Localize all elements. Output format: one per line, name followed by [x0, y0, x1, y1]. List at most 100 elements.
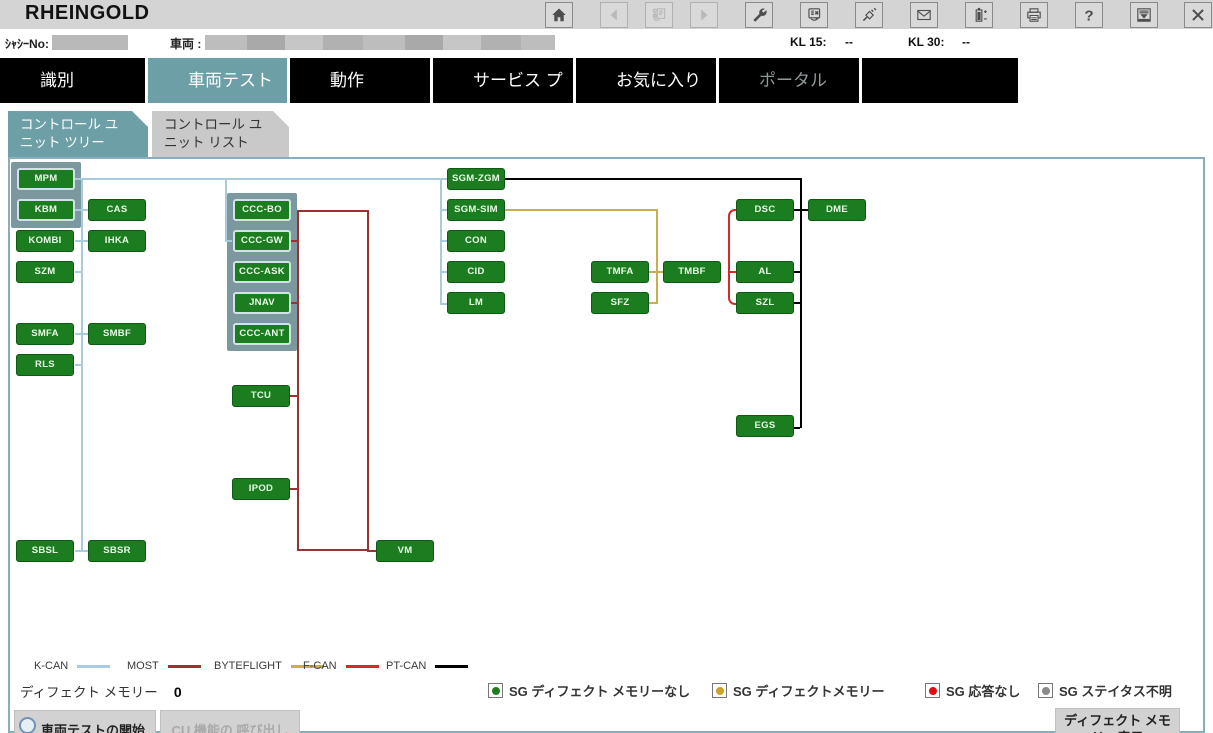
- tab-動作[interactable]: 動作: [290, 58, 430, 103]
- pt-can-bus-line: [793, 271, 800, 273]
- battery-button[interactable]: [965, 2, 993, 28]
- node-rls[interactable]: RLS: [16, 354, 74, 376]
- bus-legend-label: BYTEFLIGHT: [214, 660, 282, 672]
- back-button[interactable]: [600, 2, 628, 28]
- status-dot-icon: [1038, 683, 1053, 698]
- status-legend-label: SG ステイタス不明: [1059, 684, 1172, 699]
- node-mpm[interactable]: MPM: [17, 168, 75, 190]
- node-kbm[interactable]: KBM: [17, 199, 75, 221]
- node-ccc-ant[interactable]: CCC-ANT: [233, 323, 291, 345]
- node-sgm-sim[interactable]: SGM-SIM: [447, 199, 505, 221]
- pt-can-bus-line: [793, 209, 808, 211]
- node-dme[interactable]: DME: [808, 199, 866, 221]
- defect-memory-label: ディフェクト メモリー: [20, 685, 158, 700]
- minimize-display-button[interactable]: [1130, 2, 1158, 28]
- status-legend-item-2: SG ディフェクトメモリー: [712, 681, 885, 700]
- vehicle-label: 車両 :: [170, 37, 202, 51]
- kl30-value: --: [962, 35, 970, 49]
- kl15-label: KL 15:: [790, 35, 827, 49]
- forward-button[interactable]: [690, 2, 718, 28]
- node-cid[interactable]: CID: [447, 261, 505, 283]
- byteflight-bus-line: [505, 209, 658, 211]
- kl30-label: KL 30:: [908, 35, 945, 49]
- pt-can-bus-line: [793, 302, 800, 304]
- node-ccc-gw[interactable]: CCC-GW: [233, 230, 291, 252]
- close-icon: [1192, 9, 1204, 21]
- k-can-bus-line: [75, 178, 447, 180]
- subtab-control-unit-list[interactable]: コントロール ユニット リスト: [152, 111, 289, 158]
- node-vm[interactable]: VM: [376, 540, 434, 562]
- node-szl[interactable]: SZL: [736, 292, 794, 314]
- node-sgm-zgm[interactable]: SGM-ZGM: [447, 168, 505, 190]
- node-cas[interactable]: CAS: [88, 199, 146, 221]
- node-con[interactable]: CON: [447, 230, 505, 252]
- home-icon: [552, 8, 566, 22]
- node-szm[interactable]: SZM: [16, 261, 74, 283]
- title-bar: RHEINGOLD ?: [0, 0, 1213, 30]
- node-smbf[interactable]: SMBF: [88, 323, 146, 345]
- node-al[interactable]: AL: [736, 261, 794, 283]
- chassis-no-label: ｼｬｼｰNo:: [5, 37, 49, 51]
- display-restart-icon: [808, 8, 821, 21]
- k-can-bus-line: [75, 364, 83, 366]
- node-sbsl[interactable]: SBSL: [16, 540, 74, 562]
- tab-お気に入り[interactable]: お気に入り: [576, 58, 716, 103]
- node-lm[interactable]: LM: [447, 292, 505, 314]
- k-can-bus-line: [75, 333, 88, 335]
- byteflight-bus-line: [649, 302, 656, 304]
- node-ipod[interactable]: IPOD: [232, 478, 290, 500]
- status-legend-label: SG 応答なし: [946, 684, 1021, 699]
- printer-icon: [1027, 8, 1041, 22]
- status-dot-icon: [488, 683, 503, 698]
- node-jnav[interactable]: JNAV: [233, 292, 291, 314]
- wrench-button[interactable]: [745, 2, 773, 28]
- pt-can-bus-line: [793, 427, 800, 429]
- chassis-no-value-redacted: [52, 35, 128, 50]
- tab-識別[interactable]: 識別: [0, 58, 145, 103]
- operations-list-button[interactable]: [645, 2, 673, 28]
- tab-車両テスト[interactable]: 車両テスト: [148, 58, 287, 103]
- node-egs[interactable]: EGS: [736, 415, 794, 437]
- most-bus-line: [290, 240, 297, 242]
- operations-list-icon: [652, 8, 666, 21]
- most-bus-line: [290, 488, 297, 490]
- k-can-bus-line: [440, 303, 447, 305]
- node-sfz[interactable]: SFZ: [591, 292, 649, 314]
- status-dot-icon: [925, 683, 940, 698]
- home-button[interactable]: [545, 2, 573, 28]
- most-bus-line: [290, 395, 297, 397]
- node-tcu[interactable]: TCU: [232, 385, 290, 407]
- f-can-bus-branch: [728, 209, 736, 305]
- tab-empty[interactable]: [862, 58, 1018, 103]
- mail-icon: [917, 9, 931, 21]
- status-dot: [491, 686, 500, 695]
- node-ihka[interactable]: IHKA: [88, 230, 146, 252]
- status-dot: [715, 686, 724, 695]
- node-tmbf[interactable]: TMBF: [663, 261, 721, 283]
- tab-サービス プラン[interactable]: サービス プラン: [433, 58, 573, 135]
- printer-button[interactable]: [1020, 2, 1048, 28]
- connector-button[interactable]: [855, 2, 883, 28]
- node-smfa[interactable]: SMFA: [16, 323, 74, 345]
- node-ccc-bo[interactable]: CCC-BO: [233, 199, 291, 221]
- node-kombi[interactable]: KOMBI: [16, 230, 74, 252]
- bus-legend-swatch: [435, 664, 469, 668]
- display-restart-button[interactable]: [800, 2, 828, 28]
- k-can-bus-line: [75, 240, 88, 242]
- help-button[interactable]: ?: [1075, 2, 1103, 28]
- rheingold-window: RHEINGOLD ? ｼｬｼｰNo: 車両 : KL 15: -- KL 30…: [0, 0, 1213, 733]
- status-legend-item-4: SG ステイタス不明: [1038, 681, 1172, 700]
- defect-memory-display-button[interactable]: ディフェクト メモ リー表示: [1055, 708, 1180, 733]
- connector-icon: [862, 7, 877, 22]
- node-tmfa[interactable]: TMFA: [591, 261, 649, 283]
- app-title: RHEINGOLD: [25, 2, 150, 24]
- node-dsc[interactable]: DSC: [736, 199, 794, 221]
- close-button[interactable]: [1184, 2, 1212, 28]
- node-sbsr[interactable]: SBSR: [88, 540, 146, 562]
- tab-ポータル[interactable]: ポータル: [719, 58, 859, 103]
- mail-button[interactable]: [910, 2, 938, 28]
- subtab-control-unit-tree[interactable]: コントロール ユニット ツリー: [8, 111, 148, 158]
- node-ccc-ask[interactable]: CCC-ASK: [233, 261, 291, 283]
- start-vehicle-test-button[interactable]: 車両テストの開始: [14, 710, 156, 733]
- call-cu-functions-button[interactable]: CU 機能の 呼び出し: [160, 710, 300, 733]
